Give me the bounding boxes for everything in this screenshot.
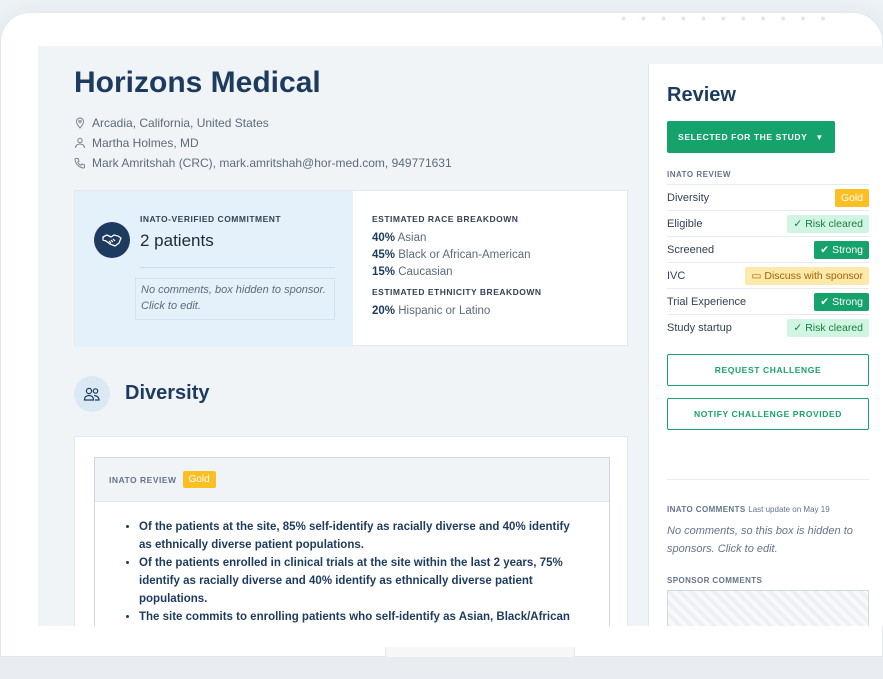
commitment-card: INATO-VERIFIED COMMITMENT 2 patients No … — [74, 190, 628, 347]
diversity-title: Diversity — [125, 382, 210, 404]
status-badge: ✓ Risk cleared — [787, 214, 869, 233]
commitment-comment-box[interactable]: No comments, box hidden to sponsor. Clic… — [135, 278, 335, 320]
divider — [667, 479, 869, 480]
list-item: The site commits to enrolling patients w… — [139, 608, 581, 626]
gold-badge: Gold — [182, 471, 216, 488]
status-badge: ✔ Strong — [814, 240, 869, 259]
chat-icon: ▭ — [751, 269, 762, 282]
contact-text: Mark Amritshah (CRC), mark.amritshah@hor… — [92, 156, 452, 170]
phone-icon — [74, 158, 85, 169]
review-row-screened: Screened ✔ Strong — [667, 236, 869, 262]
location-text: Arcadia, California, United States — [92, 116, 269, 130]
double-check-icon: ✔ — [820, 295, 830, 308]
site-title: Horizons Medical — [74, 66, 321, 99]
app-screen: Horizons Medical Arcadia, California, Un… — [38, 46, 883, 626]
device-base — [0, 657, 883, 679]
handshake-icon — [94, 222, 130, 258]
investigator-line: Martha Holmes, MD — [74, 136, 199, 150]
status-badge: ✓ Risk cleared — [787, 318, 869, 337]
ethnicity-heading: ESTIMATED ETHNICITY BREAKDOWN — [372, 287, 542, 297]
review-row-study-startup: Study startup ✓ Risk cleared — [667, 314, 869, 340]
decorative-dots: ● ● ● ● ● ● ● ● ● ● ● — [621, 13, 832, 23]
commitment-label: INATO-VERIFIED COMMITMENT — [140, 214, 282, 224]
request-challenge-button[interactable]: REQUEST CHALLENGE — [667, 354, 869, 386]
review-row-trial-experience: Trial Experience ✔ Strong — [667, 288, 869, 314]
status-dropdown-button[interactable]: SELECTED FOR THE STUDY ▼ — [667, 121, 835, 153]
breakdown-block: ESTIMATED RACE BREAKDOWN 40% Asian 45% B… — [372, 214, 622, 317]
investigator-text: Martha Holmes, MD — [92, 136, 199, 150]
review-title: Review — [667, 84, 736, 106]
people-icon — [74, 376, 110, 412]
location-pin-icon — [75, 117, 85, 129]
review-row-eligible: Eligible ✓ Risk cleared — [667, 210, 869, 236]
location-line: Arcadia, California, United States — [74, 116, 269, 130]
comments-update-date: Last update on May 19 — [748, 505, 830, 514]
status-badge: ▭ Discuss with sponsor — [745, 266, 869, 285]
commitment-divider — [140, 267, 335, 268]
check-icon: ✓ — [793, 321, 803, 334]
race-row: 40% Asian — [372, 232, 427, 244]
diversity-review-box: INATO REVIEW Gold Of the patients at the… — [94, 457, 610, 626]
review-panel: Review SELECTED FOR THE STUDY ▼ INATO RE… — [648, 64, 883, 626]
device-frame: ● ● ● ● ● ● ● ● ● ● ● Horizons Medical A… — [0, 12, 883, 657]
inato-review-label: INATO REVIEW — [667, 170, 731, 179]
status-badge: ✔ Strong — [814, 292, 869, 311]
contact-line: Mark Amritshah (CRC), mark.amritshah@hor… — [74, 156, 452, 170]
inato-comments-label: INATO COMMENTS Last update on May 19 — [667, 505, 830, 514]
check-icon: ✓ — [793, 217, 803, 230]
notify-challenge-button[interactable]: NOTIFY CHALLENGE PROVIDED — [667, 398, 869, 430]
list-item: Of the patients enrolled in clinical tri… — [139, 554, 581, 608]
commitment-panel: INATO-VERIFIED COMMITMENT 2 patients No … — [75, 191, 353, 347]
status-badge: Gold — [834, 188, 869, 207]
sponsor-comments-label: SPONSOR COMMENTS — [667, 576, 763, 585]
race-row: 15% Caucasian — [372, 266, 453, 278]
list-item: Of the patients at the site, 85% self-id… — [139, 518, 581, 554]
sponsor-comments-box — [667, 590, 869, 626]
race-heading: ESTIMATED RACE BREAKDOWN — [372, 214, 519, 224]
inato-comments-text[interactable]: No comments, so this box is hidden to sp… — [667, 522, 872, 558]
caret-down-icon: ▼ — [815, 132, 824, 142]
diversity-card: INATO REVIEW Gold Of the patients at the… — [74, 436, 628, 626]
diversity-review-header: INATO REVIEW Gold — [95, 458, 609, 502]
diversity-review-label: INATO REVIEW — [109, 474, 177, 485]
doctor-icon — [75, 137, 85, 149]
commitment-value: 2 patients — [140, 231, 214, 250]
status-button-label: SELECTED FOR THE STUDY — [678, 132, 808, 142]
review-row-ivc: IVC ▭ Discuss with sponsor — [667, 262, 869, 288]
review-row-diversity: Diversity Gold — [667, 184, 869, 210]
double-check-icon: ✔ — [820, 243, 830, 256]
race-row: 45% Black or African-American — [372, 249, 531, 261]
ethnicity-row: 20% Hispanic or Latino — [372, 305, 491, 317]
diversity-bullets: Of the patients at the site, 85% self-id… — [95, 502, 609, 626]
